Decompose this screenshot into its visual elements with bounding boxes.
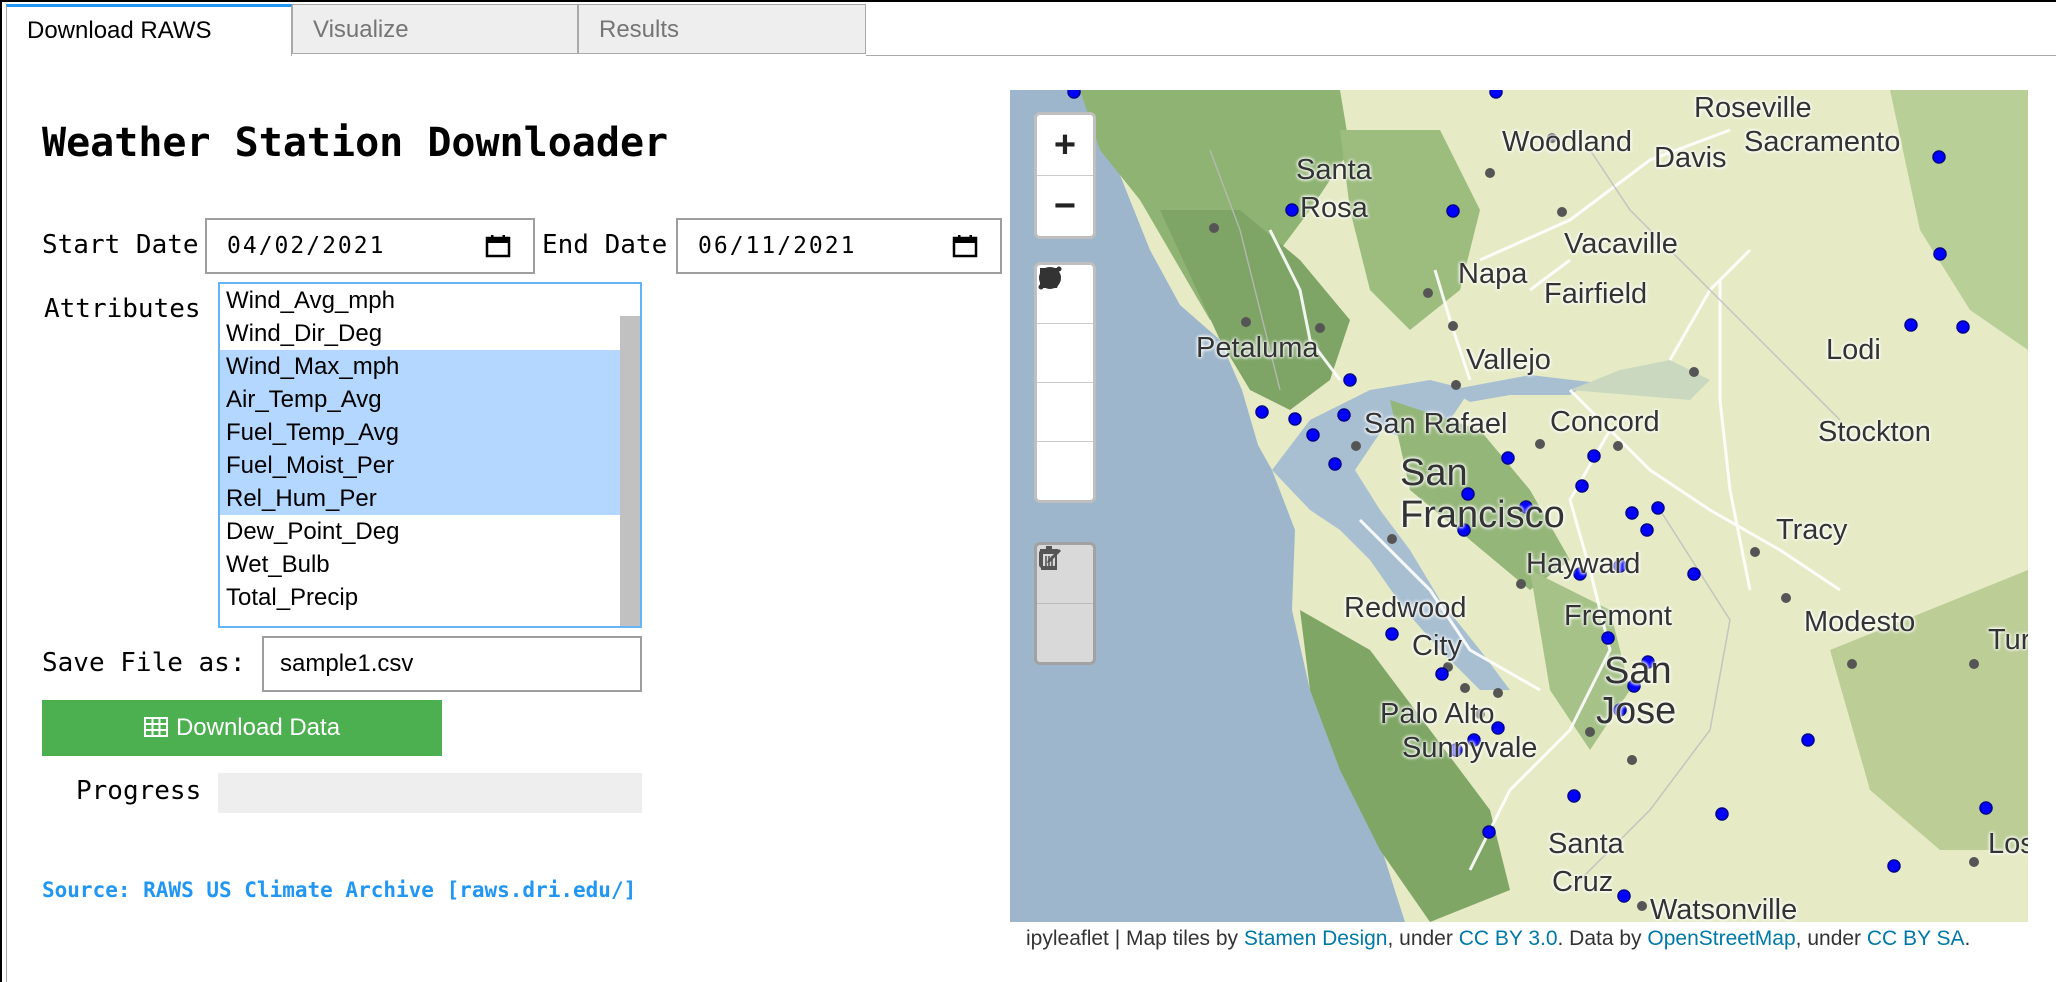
map-label-cruz: Cruz <box>1552 866 1614 898</box>
map-label-petaluma: Petaluma <box>1196 332 1319 364</box>
map-label-woodland: Woodland <box>1502 126 1633 158</box>
end-date-value: 06/11/2021 <box>698 233 857 259</box>
map-label-stockton: Stockton <box>1818 416 1931 448</box>
attribution-prefix: ipyleaflet | Map tiles by <box>1026 927 1244 950</box>
map-label-san-rafael: San Rafael <box>1364 408 1508 440</box>
map-attribution: ipyleaflet | Map tiles by Stamen Design,… <box>1018 922 2028 956</box>
map-label-turl: Turl <box>1988 624 2028 656</box>
attribute-option[interactable]: Wet_Bulb <box>220 548 620 581</box>
delete-layers-button[interactable] <box>1037 546 1093 662</box>
page-title: Weather Station Downloader <box>42 120 669 166</box>
attribute-option[interactable]: Total_Precip <box>220 581 620 614</box>
zoom-control: + − <box>1034 112 1096 239</box>
table-icon <box>143 716 168 737</box>
attribution-text: , under <box>1387 927 1459 950</box>
stamen-link[interactable]: Stamen Design <box>1244 927 1388 950</box>
map-label-fremont: Fremont <box>1564 600 1672 632</box>
map-label-santa-cruz-1: Santa <box>1548 828 1624 860</box>
map-label-city: City <box>1412 630 1462 662</box>
attribute-option[interactable]: Rel_Hum_Per <box>220 482 620 515</box>
attribute-option[interactable]: Air_Temp_Avg <box>220 383 620 416</box>
draw-rectangle-button[interactable] <box>1037 268 1093 442</box>
map-widget[interactable]: Roseville Woodland Davis Sacramento Sant… <box>1010 90 2028 922</box>
start-date-value: 04/02/2021 <box>227 233 386 259</box>
map-label-watsonville: Watsonville <box>1650 894 1798 922</box>
osm-link[interactable]: OpenStreetMap <box>1647 927 1795 950</box>
map-label-vacaville: Vacaville <box>1564 228 1678 260</box>
tab-download-raws[interactable]: Download RAWS <box>6 4 292 56</box>
download-data-label: Download Data <box>175 714 341 741</box>
attribute-option[interactable]: Wind_Dir_Deg <box>220 317 620 350</box>
attribute-option[interactable]: Wind_Avg_mph <box>220 284 620 317</box>
end-date-input[interactable]: 06/11/2021 <box>676 218 1002 274</box>
edit-toolbar <box>1034 542 1096 665</box>
map-label-santa: Santa <box>1296 154 1372 186</box>
panel-border <box>6 56 7 982</box>
map-label-redwood: Redwood <box>1344 592 1467 624</box>
draw-toolbar <box>1034 262 1096 503</box>
map-label-san-jose-1: San <box>1604 650 1672 692</box>
attributes-label: Attributes <box>44 294 201 324</box>
start-date-label: Start Date <box>42 230 199 260</box>
map-label-napa: Napa <box>1458 258 1528 290</box>
tab-results[interactable]: Results <box>578 4 866 54</box>
save-file-input[interactable]: sample1.csv <box>262 636 642 692</box>
attribution-text: . Data by <box>1557 927 1648 950</box>
map-label-palo-alto: Palo Alto <box>1380 698 1495 730</box>
map-label-concord: Concord <box>1550 406 1660 438</box>
attribute-option[interactable]: Dew_Point_Deg <box>220 515 620 548</box>
attribution-text: . <box>1964 927 1971 950</box>
map-label-lodi: Lodi <box>1826 334 1881 366</box>
tab-visualize[interactable]: Visualize <box>292 4 578 54</box>
attribute-option[interactable]: Fuel_Moist_Per <box>220 449 620 482</box>
progress-bar <box>218 773 642 813</box>
download-data-button[interactable]: Download Data <box>42 700 442 756</box>
circle-icon <box>1039 267 1061 289</box>
map-label-roseville: Roseville <box>1694 92 1812 124</box>
attribute-option[interactable]: Wind_Max_mph <box>220 350 620 383</box>
map-label-tracy: Tracy <box>1776 514 1848 546</box>
map-label-sacramento: Sacramento <box>1744 126 1901 158</box>
map-label-rosa: Rosa <box>1300 192 1368 224</box>
map-label-san: San <box>1400 452 1468 494</box>
listbox-scrollbar[interactable] <box>620 316 640 626</box>
start-date-input[interactable]: 04/02/2021 <box>205 218 535 274</box>
trash-icon <box>1040 546 1058 570</box>
zoom-out-button[interactable]: − <box>1037 176 1093 236</box>
tab-bar: Download RAWS Visualize Results <box>6 4 2056 56</box>
draw-polygon-button[interactable] <box>1037 268 1093 383</box>
cc-by-sa-link[interactable]: CC BY SA <box>1867 927 1965 950</box>
map-label-modesto: Modesto <box>1804 606 1916 638</box>
end-date-label: End Date <box>542 230 668 260</box>
map-label-jose: Jose <box>1596 690 1677 732</box>
map-label-davis: Davis <box>1654 142 1727 174</box>
attribute-option[interactable]: Fuel_Temp_Avg <box>220 416 620 449</box>
save-file-label: Save File as: <box>42 648 246 678</box>
source-link[interactable]: Source: RAWS US Climate Archive [raws.dr… <box>42 878 636 902</box>
calendar-icon[interactable] <box>952 234 978 258</box>
map-label-sunnyvale: Sunnyvale <box>1402 732 1538 764</box>
map-label-hayward: Hayward <box>1526 548 1641 580</box>
draw-circle-button[interactable] <box>1037 267 1093 500</box>
map-label-fairfield: Fairfield <box>1544 278 1648 310</box>
map-label-francisco: Francisco <box>1400 494 1565 536</box>
zoom-in-button[interactable]: + <box>1037 115 1093 176</box>
tab-divider <box>866 55 2056 56</box>
map-label-los: Los <box>1988 828 2028 860</box>
attribution-text: , under <box>1795 927 1867 950</box>
progress-label: Progress <box>76 776 202 806</box>
cc-by-link[interactable]: CC BY 3.0 <box>1459 927 1558 950</box>
calendar-icon[interactable] <box>485 234 511 258</box>
map-label-vallejo: Vallejo <box>1466 344 1551 376</box>
attributes-multiselect[interactable]: Wind_Avg_mph Wind_Dir_Deg Wind_Max_mph A… <box>218 282 642 628</box>
